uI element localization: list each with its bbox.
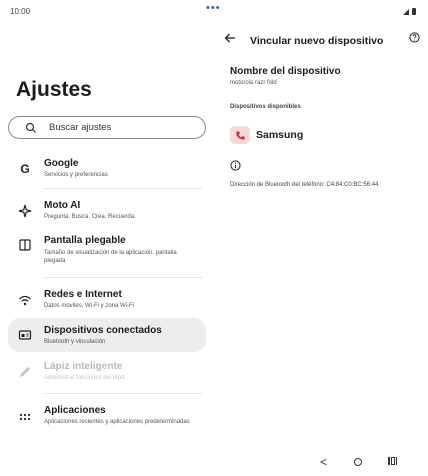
settings-item-title: Lápiz inteligente xyxy=(44,361,123,372)
nav-recents-button[interactable] xyxy=(388,457,397,465)
device-name: Samsung xyxy=(256,129,304,141)
search-icon xyxy=(25,122,36,133)
page-title: Ajustes xyxy=(16,78,92,101)
settings-pane: Ajustes Buscar ajustes G Google Servicio… xyxy=(0,24,214,452)
settings-item-google[interactable]: G Google Servicios y preferencias xyxy=(8,152,206,186)
help-icon[interactable] xyxy=(409,32,420,43)
wifi-icon xyxy=(19,295,31,306)
status-time: 10:00 xyxy=(10,7,31,16)
nav-home-button[interactable] xyxy=(354,458,362,466)
stylus-icon xyxy=(20,367,30,377)
settings-item-subtitle: Tamaño de visualización de la aplicación… xyxy=(44,250,177,264)
info-icon xyxy=(230,160,241,171)
pairing-title: Vincular nuevo dispositivo xyxy=(250,35,384,47)
settings-item-title: Moto AI xyxy=(44,200,81,211)
status-bar: 10:00 ••• xyxy=(0,0,428,24)
settings-item-title: Redes e Internet xyxy=(44,289,122,300)
battery-icon xyxy=(412,8,416,15)
back-arrow-icon[interactable] xyxy=(224,32,236,44)
settings-item-subtitle: Pregunta. Busca. Crea. Recuerda. xyxy=(44,214,136,220)
moto-ai-icon xyxy=(18,204,32,218)
settings-item-subtitle: Datos móviles, Wi-Fi y zona Wi-Fi xyxy=(44,303,135,309)
available-devices-header: Dispositivos disponibles xyxy=(230,104,301,110)
available-device-item[interactable]: Samsung xyxy=(230,124,420,146)
status-icons xyxy=(403,8,416,15)
divider xyxy=(44,188,202,189)
settings-item-subtitle: Servicios y preferencias xyxy=(44,172,108,178)
settings-item-title: Pantalla plegable xyxy=(44,235,126,246)
settings-item-title: Aplicaciones xyxy=(44,405,106,416)
settings-item-subtitle: Administrar funciones del lápiz xyxy=(44,375,126,381)
device-name-label: Nombre del dispositivo xyxy=(230,66,341,77)
connected-devices-icon xyxy=(18,330,32,340)
settings-item-network[interactable]: Redes e Internet Datos móviles, Wi-Fi y … xyxy=(8,283,206,315)
pairing-pane: Vincular nuevo dispositivo Nombre del di… xyxy=(214,24,428,452)
window-handle-dots[interactable]: ••• xyxy=(206,2,221,14)
apps-grid-icon xyxy=(19,413,31,421)
settings-item-subtitle: Aplicaciones recientes y aplicaciones pr… xyxy=(44,419,190,425)
device-icon-container xyxy=(230,126,250,144)
settings-item-connected-devices[interactable]: Dispositivos conectados Bluetooth y vinc… xyxy=(8,318,206,352)
divider xyxy=(44,277,202,278)
settings-item-title: Google xyxy=(44,158,79,169)
bluetooth-address: Dirección de Bluetooth del teléfono: C4:… xyxy=(230,182,379,188)
settings-item-foldable-screen[interactable]: Pantalla plegable Tamaño de visualizació… xyxy=(8,229,206,273)
divider xyxy=(44,393,202,394)
signal-icon xyxy=(403,9,409,15)
settings-item-subtitle: Bluetooth y vinculación xyxy=(44,339,106,345)
settings-item-title: Dispositivos conectados xyxy=(44,325,162,336)
nav-back-button[interactable]: < xyxy=(320,455,327,469)
foldable-screen-icon xyxy=(19,239,31,251)
settings-item-moto-ai[interactable]: Moto AI Pregunta. Busca. Crea. Recuerda. xyxy=(8,194,206,226)
settings-item-stylus: Lápiz inteligente Administrar funciones … xyxy=(8,355,206,387)
device-name-value: motorola razr fold xyxy=(230,80,277,86)
search-input[interactable]: Buscar ajustes xyxy=(8,116,206,139)
google-icon: G xyxy=(20,162,30,176)
settings-item-apps[interactable]: Aplicaciones Aplicaciones recientes y ap… xyxy=(8,400,206,440)
phone-icon xyxy=(235,130,245,140)
search-placeholder: Buscar ajustes xyxy=(49,122,112,133)
